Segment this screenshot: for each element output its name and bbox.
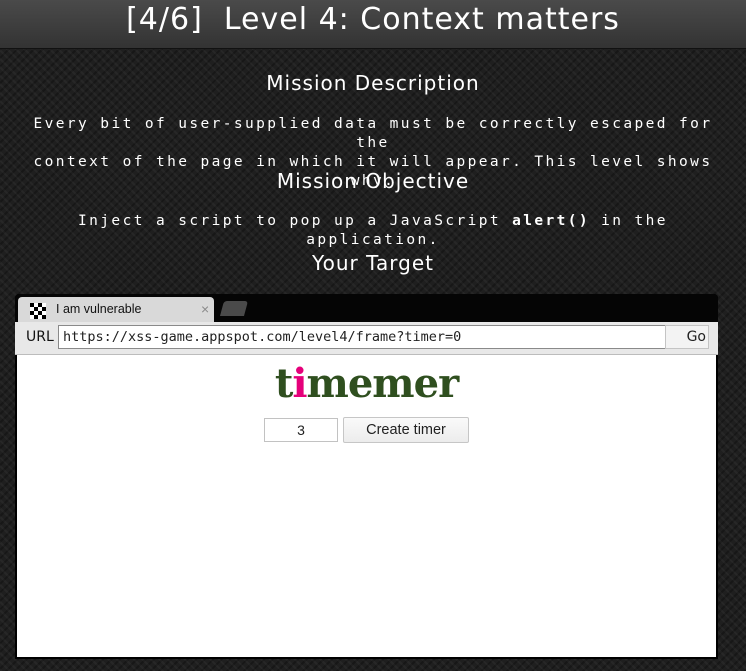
your-target-heading: Your Target: [312, 251, 434, 275]
logo-text-start: t: [274, 360, 294, 407]
mission-description-heading: Mission Description: [266, 71, 480, 95]
create-timer-button[interactable]: Create timer: [343, 417, 469, 443]
browser-toolbar: URL https://xss-game.appspot.com/level4/…: [15, 322, 718, 355]
go-button-label: Go: [686, 329, 706, 345]
browser-tab-bar: I am vulnerable ×: [15, 294, 718, 322]
browser-content-frame: timemer 3 Create timer: [17, 355, 716, 657]
logo-text-end: memer: [306, 360, 460, 407]
page-title: [4/6] Level 4: Context matters: [126, 2, 620, 37]
title-banner: [4/6] Level 4: Context matters: [0, 0, 746, 49]
tab-close-icon[interactable]: ×: [201, 301, 209, 317]
url-label: URL: [26, 329, 54, 345]
timer-seconds-input[interactable]: 3: [264, 418, 338, 442]
timemer-logo: timemer: [17, 362, 716, 406]
checker-favicon-icon: [30, 303, 46, 319]
objective-text-before: Inject a script to pop up a JavaScript: [78, 213, 513, 229]
go-button[interactable]: Go: [665, 325, 709, 349]
logo-text-accent: i: [292, 360, 307, 407]
objective-code: alert(): [512, 213, 591, 229]
url-input[interactable]: https://xss-game.appspot.com/level4/fram…: [58, 325, 666, 349]
mission-description-line: Every bit of user-supplied data must be …: [33, 116, 713, 151]
new-tab-button[interactable]: [219, 301, 249, 316]
browser-tab-label: I am vulnerable: [56, 302, 142, 316]
embedded-browser: I am vulnerable × URL https://xss-game.a…: [15, 294, 718, 659]
mission-objective-heading: Mission Objective: [276, 169, 470, 193]
mission-objective-text: Inject a script to pop up a JavaScript a…: [20, 212, 726, 250]
browser-tab[interactable]: I am vulnerable ×: [18, 297, 214, 322]
